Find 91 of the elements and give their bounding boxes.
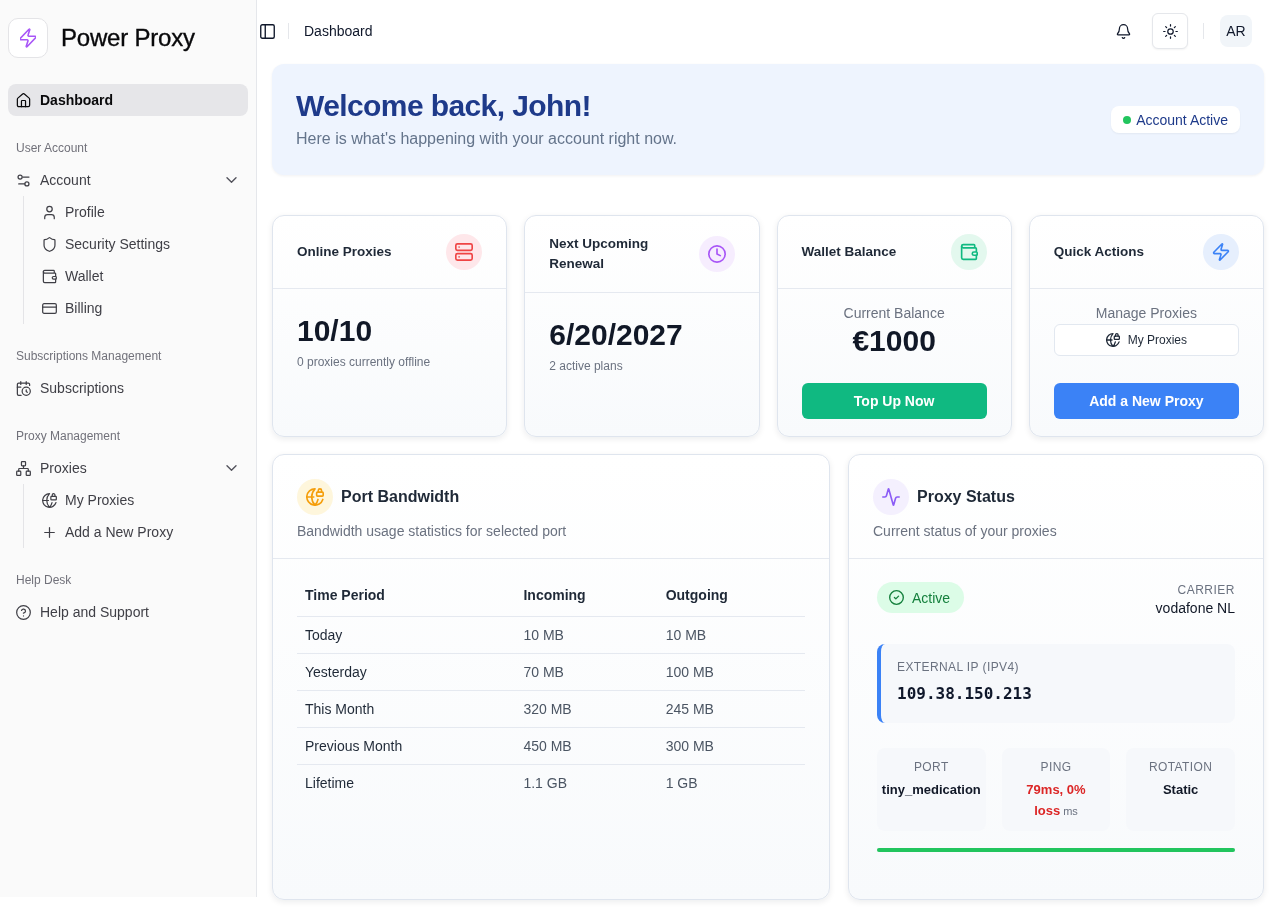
column-header: Time Period bbox=[297, 574, 516, 617]
globe-lock-icon bbox=[297, 479, 333, 515]
clock-icon bbox=[698, 236, 735, 272]
avatar-button[interactable]: AR bbox=[1220, 15, 1252, 47]
metric-note: 2 active plans bbox=[549, 358, 624, 374]
table-cell: 100 MB bbox=[657, 653, 805, 691]
stat-label: PING bbox=[1039, 759, 1073, 775]
metric-value: 10/10 bbox=[297, 313, 374, 349]
person-icon bbox=[42, 204, 57, 220]
globe-lock-icon bbox=[42, 492, 57, 508]
carrier-value: vodafone NL bbox=[1155, 599, 1235, 617]
status-text: Active bbox=[912, 589, 951, 606]
network-icon bbox=[16, 460, 31, 476]
theme-toggle-button[interactable] bbox=[1152, 13, 1188, 49]
table-cell: 10 MB bbox=[515, 616, 658, 654]
table-cell: 70 MB bbox=[515, 653, 658, 691]
column-header: Incoming bbox=[515, 574, 658, 617]
stat-label: ROTATION bbox=[1147, 759, 1214, 775]
table-cell: Lifetime bbox=[297, 764, 516, 801]
breadcrumb: Dashboard bbox=[304, 23, 373, 39]
section-heading: User Account bbox=[15, 140, 89, 157]
stat-value: tiny_medication bbox=[881, 781, 981, 799]
pulse-icon bbox=[873, 479, 909, 515]
ip-address: 109.38.150.213 bbox=[897, 683, 1033, 705]
ip-label: EXTERNAL IP (IPV4) bbox=[897, 659, 1020, 675]
nav-item[interactable]: Billing bbox=[34, 292, 248, 324]
bell-icon bbox=[1115, 23, 1131, 39]
globe-lock-icon bbox=[1105, 333, 1120, 347]
carrier-label: CARRIER bbox=[1176, 582, 1235, 598]
server-icon bbox=[446, 234, 483, 270]
stat-value: 79ms, 0% loss ms bbox=[1025, 781, 1087, 820]
sun-icon bbox=[1162, 23, 1178, 39]
nav-item[interactable]: Wallet bbox=[34, 260, 248, 292]
lightning-logo-icon bbox=[8, 18, 48, 58]
card-title: Wallet Balance bbox=[801, 243, 897, 261]
metric-value: 6/20/2027 bbox=[549, 317, 684, 353]
nav-item[interactable]: Dashboard bbox=[8, 84, 248, 116]
nav-item[interactable]: Account bbox=[8, 164, 248, 196]
stat-value: Static bbox=[1162, 781, 1199, 799]
column-header: Outgoing bbox=[657, 574, 805, 617]
card-title: Proxy Status bbox=[917, 488, 1015, 506]
account-status-text: Account Active bbox=[1136, 111, 1228, 128]
welcome-subtitle: Here is what's happening with your account right now. bbox=[296, 129, 678, 149]
wallet-icon bbox=[42, 268, 57, 284]
card-title: Quick Actions bbox=[1053, 243, 1145, 261]
nav-item[interactable]: Security Settings bbox=[34, 228, 248, 260]
table-cell: 320 MB bbox=[515, 690, 658, 728]
table-cell: Today bbox=[297, 616, 516, 654]
balance-amount: €1000 bbox=[851, 323, 937, 359]
nav-item[interactable]: Add a New Proxy bbox=[34, 516, 248, 548]
plus-icon bbox=[42, 524, 57, 540]
metric-note: 0 proxies currently offline bbox=[297, 354, 432, 370]
table-cell: 1.1 GB bbox=[515, 764, 658, 801]
brand-name: Power Proxy bbox=[61, 24, 195, 52]
help-icon bbox=[16, 604, 31, 620]
table-cell: 300 MB bbox=[657, 727, 805, 765]
panel-icon bbox=[259, 23, 275, 39]
table-cell: 10 MB bbox=[657, 616, 805, 654]
nav-item[interactable]: Proxies bbox=[8, 452, 248, 484]
actions-label: Manage Proxies bbox=[1094, 304, 1198, 323]
table-cell: Previous Month bbox=[297, 727, 516, 765]
table-cell: 1 GB bbox=[657, 764, 805, 801]
calendar-clock-icon bbox=[16, 380, 31, 396]
section-heading: Help Desk bbox=[15, 572, 73, 589]
wallet-icon bbox=[950, 234, 987, 270]
section-heading: Proxy Management bbox=[15, 428, 122, 445]
add-proxy-button[interactable]: Add a New Proxy bbox=[1053, 383, 1239, 419]
section-heading: Subscriptions Management bbox=[15, 348, 163, 365]
nav-item[interactable]: Help and Support bbox=[8, 596, 248, 628]
sliders-icon bbox=[16, 172, 31, 188]
table-cell: 245 MB bbox=[657, 690, 805, 728]
card-title: Port Bandwidth bbox=[341, 488, 460, 506]
table-cell: This Month bbox=[297, 690, 516, 728]
stat-label: PORT bbox=[912, 759, 950, 775]
home-icon bbox=[16, 92, 31, 108]
balance-label: Current Balance bbox=[842, 304, 946, 323]
nav-item[interactable]: My Proxies bbox=[34, 484, 248, 516]
lightning-icon bbox=[1203, 234, 1239, 270]
welcome-title: Welcome back, John! bbox=[296, 88, 592, 124]
card-title: Online Proxies bbox=[297, 243, 392, 261]
credit-card-icon bbox=[42, 300, 57, 316]
my-proxies-button[interactable]: My Proxies bbox=[1053, 324, 1239, 356]
nav-item[interactable]: Profile bbox=[34, 196, 248, 228]
card-subtitle: Current status of your proxies bbox=[873, 522, 1058, 541]
check-circle-icon bbox=[889, 590, 904, 605]
table-cell: Yesterday bbox=[297, 653, 516, 691]
table-cell: 450 MB bbox=[515, 727, 658, 765]
shield-icon bbox=[42, 236, 57, 252]
card-subtitle: Bandwidth usage statistics for selected port bbox=[297, 522, 568, 541]
nav-item[interactable]: Subscriptions bbox=[8, 372, 248, 404]
card-title: Next Upcoming Renewal bbox=[549, 235, 650, 273]
